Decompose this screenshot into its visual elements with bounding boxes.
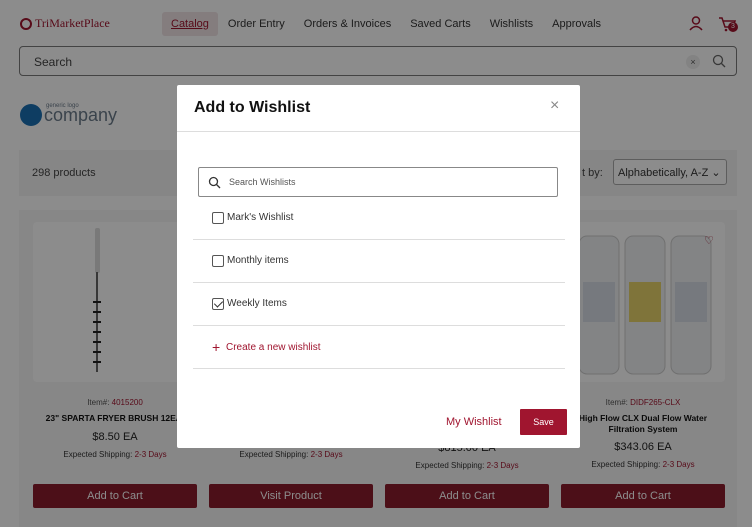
search-icon — [208, 176, 221, 189]
wishlist-search-placeholder: Search Wishlists — [229, 177, 296, 187]
wishlist-label: Monthly items — [227, 255, 289, 266]
wishlist-option[interactable]: Monthly items — [193, 240, 565, 283]
divider — [177, 131, 580, 132]
wishlist-checkbox-checked[interactable] — [212, 298, 224, 310]
wishlist-checkbox[interactable] — [212, 255, 224, 267]
add-to-wishlist-dialog: Add to Wishlist × Search Wishlists Mark'… — [177, 85, 580, 448]
create-new-wishlist-link[interactable]: + Create a new wishlist — [193, 328, 565, 369]
wishlist-option[interactable]: Mark's Wishlist — [193, 197, 565, 240]
wishlist-label: Weekly Items — [227, 298, 287, 309]
close-icon[interactable]: × — [550, 98, 564, 114]
my-wishlist-link[interactable]: My Wishlist — [446, 416, 502, 428]
wishlist-checkbox[interactable] — [212, 212, 224, 224]
dialog-title: Add to Wishlist — [194, 99, 311, 116]
save-button[interactable]: Save — [520, 409, 567, 435]
wishlist-label: Mark's Wishlist — [227, 212, 294, 223]
create-wishlist-label: Create a new wishlist — [226, 342, 321, 353]
plus-icon: + — [212, 339, 221, 355]
wishlist-search-input[interactable]: Search Wishlists — [198, 167, 558, 197]
page: TriMarketPlace Catalog Order Entry Order… — [0, 0, 752, 527]
wishlist-option[interactable]: Weekly Items — [193, 283, 565, 326]
